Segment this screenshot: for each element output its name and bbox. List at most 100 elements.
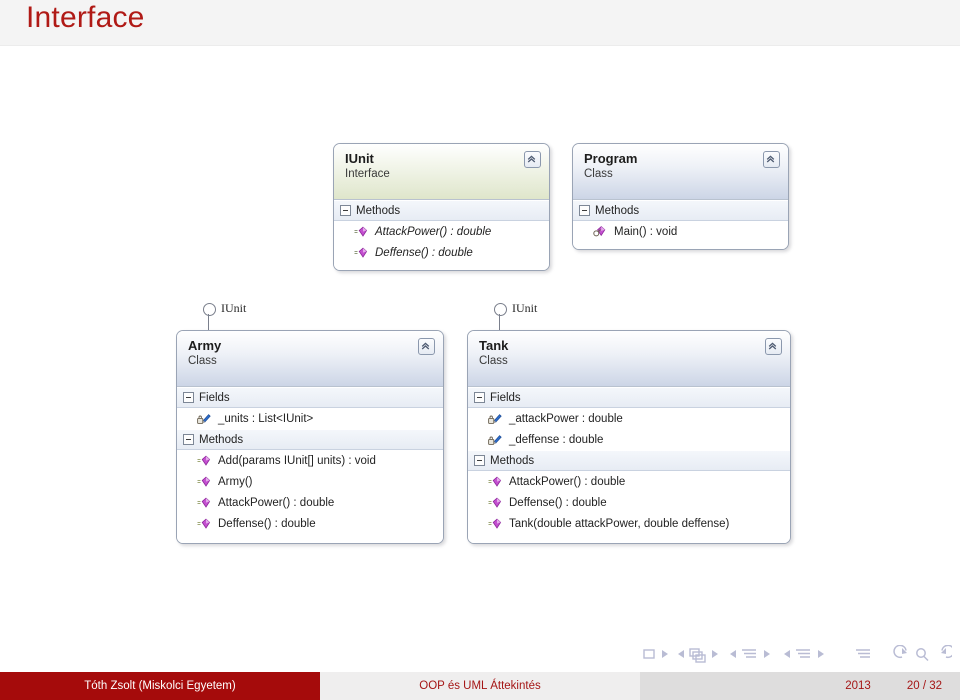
page-title: Interface [26,1,145,34]
section-header-fields[interactable]: Fields [177,387,443,408]
footer-author: Tóth Zsolt (Miskolci Egyetem) [0,672,320,700]
member-row[interactable]: _attackPower : double [468,408,790,429]
member-label: Deffense() : double [375,246,473,259]
forward-icon [941,645,952,659]
member-label: Main() : void [614,225,678,238]
public-method-icon [197,475,212,489]
member-row[interactable]: Add(params IUnit[] units) : void [177,450,443,471]
footer-title: OOP és UML Áttekintés [320,672,640,700]
member-row[interactable]: Deffense() : double [468,492,790,513]
box-padding [468,534,790,543]
prev-frame-icon [678,650,684,658]
next-section-icon [818,650,824,658]
slide-title-bar: Interface [0,0,960,46]
section-label: Fields [199,391,230,404]
collapse-minus-icon[interactable] [340,205,351,216]
section-header-methods[interactable]: Methods [334,200,549,221]
document-icon [856,649,870,658]
chevron-double-up-icon[interactable] [418,338,435,355]
class-header: IUnit Interface [334,144,549,200]
frames-icon [689,648,706,663]
private-method-icon [593,225,608,239]
class-header: Program Class [573,144,788,200]
member-label: Deffense() : double [509,496,607,509]
member-label: Army() [218,475,253,488]
member-label: AttackPower() : double [218,496,335,509]
public-method-icon [197,496,212,510]
uml-class-box-iunit[interactable]: IUnit Interface Methods AttackPower(): … [333,143,550,271]
box-padding [177,534,443,543]
section-label: Methods [356,204,401,217]
collapse-minus-icon[interactable] [474,392,485,403]
collapse-minus-icon[interactable] [183,434,194,445]
class-header: Tank Class [468,331,790,387]
box-padding [573,242,788,249]
member-label: Add(params IUnit[] units) : void [218,454,376,467]
next-frame-icon [712,650,718,658]
interface-method-icon [354,225,369,239]
section-icon [796,649,810,658]
member-label: _deffense : double [509,433,604,446]
class-name: Army [188,338,222,353]
footer-meta: 2013 20 / 32 [640,672,960,700]
section-header-methods[interactable]: Methods [468,450,790,471]
uml-diagram-canvas: IUnit Interface Methods AttackPower(): … [0,45,960,640]
member-label: AttackPower() : double [509,475,626,488]
private-field-icon [197,412,212,426]
footer-year: 2013 [845,680,871,692]
uml-class-box-army[interactable]: Army Class Fields _units: List<IUnit> M… [176,330,444,544]
class-name: IUnit [345,151,374,166]
member-row[interactable]: _units : List<IUnit> [177,408,443,429]
member-label: Tank(double attackPower, double deffense… [509,517,730,530]
private-field-icon [488,433,503,447]
uml-class-box-tank[interactable]: Tank Class Fields _attackPower: double … [467,330,791,544]
chevron-double-up-icon[interactable] [763,151,780,168]
member-row[interactable]: AttackPower() : double [177,492,443,513]
public-method-icon [488,517,503,531]
member-row[interactable]: Deffense() : double [334,242,549,263]
lollipop-label: IUnit [512,301,538,315]
member-label: AttackPower() : double [375,225,492,238]
subsection-icon [742,649,756,658]
section-header-methods[interactable]: Methods [573,200,788,221]
slide-root: Interface IUnit Interface Methods Attack… [0,0,960,700]
section-label: Fields [490,391,521,404]
slide-footer: Tóth Zsolt (Miskolci Egyetem) OOP és UML… [0,672,960,700]
class-name: Program [584,151,638,166]
member-row[interactable]: AttackPower() : double [468,471,790,492]
member-row[interactable]: Main() : void [573,221,788,242]
next-slide-icon [662,650,668,658]
public-method-icon [197,517,212,531]
member-row[interactable]: _deffense : double [468,429,790,450]
member-row[interactable]: AttackPower() : double [334,221,549,242]
uml-class-box-program[interactable]: Program Class Methods Main(): void [572,143,789,250]
member-row[interactable]: Deffense() : double [177,513,443,534]
public-method-icon [488,475,503,489]
private-field-icon [488,412,503,426]
member-label: Deffense() : double [218,517,316,530]
interface-lollipop-icon [494,303,507,316]
member-row[interactable]: Tank(double attackPower, double deffense… [468,513,790,534]
box-padding [334,263,549,270]
prev-section-icon [784,650,790,658]
member-label: _units : List<IUnit> [218,412,314,425]
class-kind: Class [584,168,613,180]
chevron-double-up-icon[interactable] [765,338,782,355]
beamer-navigation-bar[interactable] [640,645,952,667]
member-row[interactable]: Army() [177,471,443,492]
class-name: Tank [479,338,509,353]
footer-page-number: 20 / 32 [906,680,942,692]
collapse-minus-icon[interactable] [474,455,485,466]
section-header-methods[interactable]: Methods [177,429,443,450]
class-kind: Interface [345,168,390,180]
chevron-double-up-icon[interactable] [524,151,541,168]
section-label: Methods [199,433,244,446]
lollipop-label: IUnit [221,301,247,315]
collapse-minus-icon[interactable] [183,392,194,403]
public-method-icon [488,496,503,510]
collapse-minus-icon[interactable] [579,205,590,216]
section-header-fields[interactable]: Fields [468,387,790,408]
member-label: _attackPower : double [509,412,623,425]
slide-square-icon [643,649,655,659]
class-header: Army Class [177,331,443,387]
